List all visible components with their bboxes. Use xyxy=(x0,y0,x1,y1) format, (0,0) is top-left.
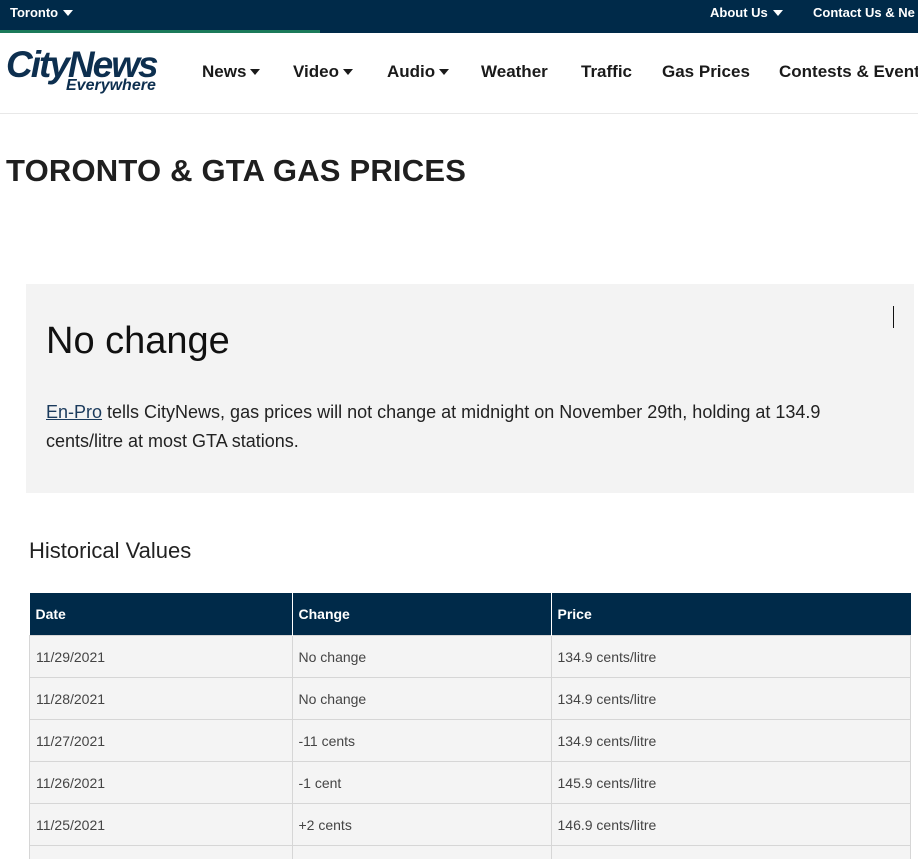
column-header-date: Date xyxy=(29,593,293,636)
cell-change xyxy=(291,845,552,859)
table-row: 11/25/2021 +2 cents 146.9 cents/litre xyxy=(29,803,911,846)
callout-heading: No change xyxy=(46,320,230,362)
cell-change: -1 cent xyxy=(291,761,552,804)
citynews-logo[interactable]: CityNews Everywhere xyxy=(6,45,172,97)
column-header-change: Change xyxy=(292,593,552,636)
table-row xyxy=(29,845,911,859)
nav-item-gas-prices[interactable]: Gas Prices xyxy=(662,61,750,83)
table-header-row: Date Change Price xyxy=(29,593,911,636)
cell-change: +2 cents xyxy=(291,803,552,846)
cell-price: 134.9 cents/litre xyxy=(550,677,911,720)
nav-item-weather[interactable]: Weather xyxy=(481,61,548,83)
table-row: 11/26/2021 -1 cent 145.9 cents/litre xyxy=(29,761,911,804)
cell-change: No change xyxy=(291,677,552,720)
en-pro-link[interactable]: En-Pro xyxy=(46,402,102,422)
cell-date: 11/29/2021 xyxy=(29,635,293,678)
about-us-label: About Us xyxy=(710,5,768,20)
site-header: CityNews Everywhere News Video Audio Weathe… xyxy=(0,33,918,114)
cell-price: 145.9 cents/litre xyxy=(550,761,911,804)
cell-change: -11 cents xyxy=(291,719,552,762)
cell-price: 134.9 cents/litre xyxy=(550,635,911,678)
page-title: TORONTO & GTA GAS PRICES xyxy=(6,153,467,188)
table-row: 11/28/2021 No change 134.9 cents/litre xyxy=(29,677,911,720)
cell-date: 11/28/2021 xyxy=(29,677,293,720)
nav-item-label: Traffic xyxy=(581,62,633,81)
logo-tagline: Everywhere xyxy=(66,77,156,94)
chevron-down-icon xyxy=(439,68,450,75)
cell-date: 11/25/2021 xyxy=(29,803,293,846)
nav-item-contests-events[interactable]: Contests & Events xyxy=(779,61,918,83)
callout-body: En-Pro tells CityNews, gas prices will n… xyxy=(46,398,886,456)
historical-values-table: Date Change Price 11/29/2021 No change 134… xyxy=(29,593,911,859)
nav-item-label: Video xyxy=(293,62,339,81)
cell-date xyxy=(29,845,293,859)
nav-item-audio[interactable]: Audio xyxy=(387,61,450,83)
location-selector[interactable]: Toronto xyxy=(10,0,74,26)
chevron-down-icon xyxy=(772,9,783,16)
cell-price xyxy=(550,845,911,859)
table-row: 11/27/2021 -11 cents 134.9 cents/litre xyxy=(29,719,911,762)
top-bar: Toronto About Us Contact Us & Ne xyxy=(0,0,918,30)
cell-date: 11/27/2021 xyxy=(29,719,293,762)
nav-item-news[interactable]: News xyxy=(202,61,261,83)
about-us-menu[interactable]: About Us xyxy=(710,0,783,26)
gas-price-callout: No change En-Pro tells CityNews, gas pri… xyxy=(26,284,914,493)
historical-values-title: Historical Values xyxy=(29,538,192,563)
nav-item-label: Contests & Events xyxy=(779,62,918,81)
chevron-down-icon xyxy=(342,68,353,75)
contact-us-label: Contact Us & Ne xyxy=(813,5,915,20)
chevron-down-icon xyxy=(63,9,74,16)
nav-item-label: Audio xyxy=(387,62,436,81)
nav-item-label: Gas Prices xyxy=(662,62,750,81)
location-label: Toronto xyxy=(10,5,59,20)
table-row: 11/29/2021 No change 134.9 cents/litre xyxy=(29,635,911,678)
chevron-down-icon xyxy=(250,68,261,75)
column-header-price: Price xyxy=(551,593,911,636)
nav-item-traffic[interactable]: Traffic xyxy=(581,61,632,83)
callout-text: tells CityNews, gas prices will not chan… xyxy=(46,402,821,451)
text-cursor xyxy=(893,306,894,328)
contact-us-link[interactable]: Contact Us & Ne xyxy=(813,0,915,26)
cell-date: 11/26/2021 xyxy=(29,761,293,804)
nav-item-video[interactable]: Video xyxy=(293,61,353,83)
nav-item-label: News xyxy=(202,62,247,81)
nav-item-label: Weather xyxy=(481,62,548,81)
cell-price: 134.9 cents/litre xyxy=(550,719,911,762)
cell-change: No change xyxy=(291,635,552,678)
cell-price: 146.9 cents/litre xyxy=(550,803,911,846)
